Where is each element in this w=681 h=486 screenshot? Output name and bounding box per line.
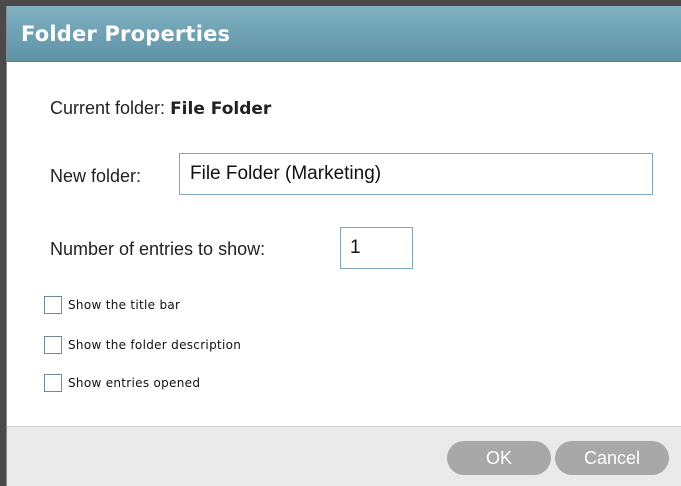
show-entries-opened-checkbox[interactable] [44,374,62,392]
new-folder-input[interactable] [179,153,653,195]
show-title-bar-label[interactable]: Show the title bar [68,298,180,312]
dialog-title: Folder Properties [21,21,231,46]
show-folder-description-option[interactable]: Show the folder description [44,336,241,354]
entries-count-input[interactable] [340,227,413,269]
current-folder-row: Current folder: File Folder [50,98,271,119]
current-folder-value: File Folder [170,99,272,119]
show-entries-opened-label[interactable]: Show entries opened [68,376,200,390]
show-folder-description-label[interactable]: Show the folder description [68,338,241,352]
show-title-bar-checkbox[interactable] [44,296,62,314]
current-folder-label: Current folder: [50,98,171,118]
dialog-footer: OK Cancel [7,426,681,486]
show-folder-description-checkbox[interactable] [44,336,62,354]
dialog-titlebar[interactable]: Folder Properties [7,6,681,62]
show-entries-opened-option[interactable]: Show entries opened [44,374,200,392]
show-title-bar-option[interactable]: Show the title bar [44,296,180,314]
folder-properties-dialog: Folder Properties Current folder: File F… [6,6,681,486]
cancel-button[interactable]: Cancel [555,441,669,475]
entries-count-label: Number of entries to show: [50,239,266,259]
ok-button[interactable]: OK [447,441,551,475]
new-folder-label: New folder: [50,166,142,186]
